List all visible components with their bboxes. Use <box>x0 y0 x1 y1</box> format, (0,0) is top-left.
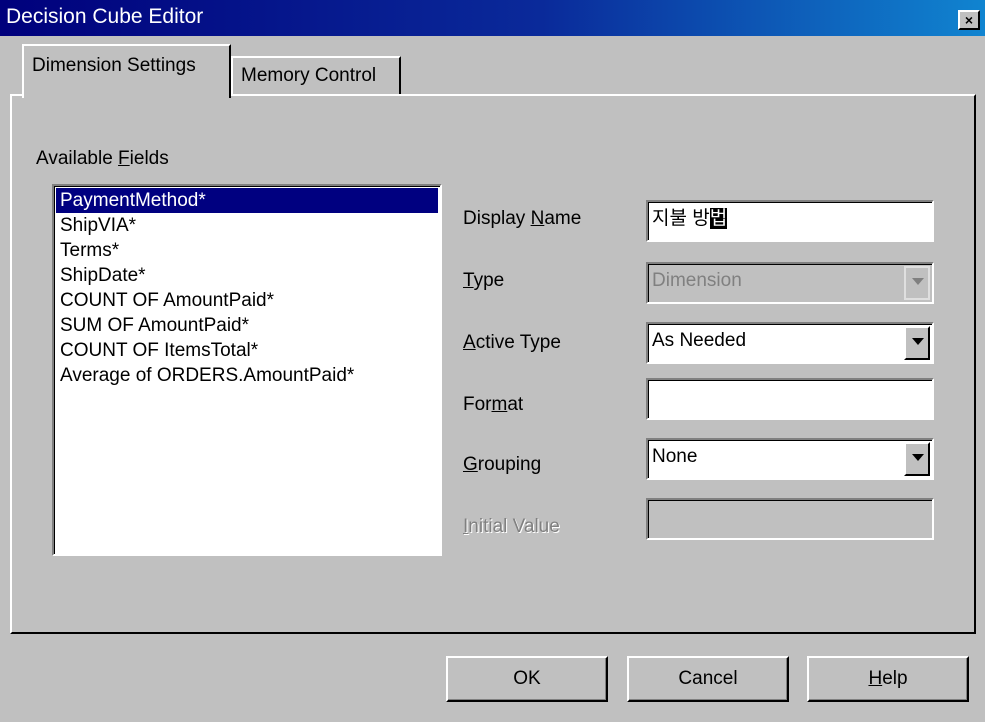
cancel-button[interactable]: Cancel <box>627 656 789 702</box>
available-fields-label: Available Fields <box>36 148 169 169</box>
cancel-button-label: Cancel <box>678 668 738 689</box>
dimension-settings-panel: Available Fields PaymentMethod* ShipVIA* T… <box>10 94 976 634</box>
list-item[interactable]: COUNT OF ItemsTotal* <box>56 338 438 363</box>
window-title: Decision Cube Editor <box>6 5 204 28</box>
title-bar: Decision Cube Editor × <box>0 0 985 36</box>
type-value: Dimension <box>652 270 742 291</box>
display-name-field[interactable]: 지불 방법 <box>646 200 934 242</box>
ime-composition-char: 법 <box>709 208 728 229</box>
list-item[interactable]: PaymentMethod* <box>56 188 438 213</box>
list-item[interactable]: Terms* <box>56 238 438 263</box>
list-item[interactable]: COUNT OF AmountPaid* <box>56 288 438 313</box>
tab-label: Memory Control <box>241 65 377 86</box>
initial-value-field <box>646 498 934 540</box>
initial-value-label: Initial Value <box>463 516 560 537</box>
tab-memory-control[interactable]: Memory Control <box>231 56 401 96</box>
list-item[interactable]: SUM OF AmountPaid* <box>56 313 438 338</box>
close-button[interactable]: × <box>958 10 980 30</box>
active-type-label: Active Type <box>463 332 561 353</box>
tab-dimension-settings[interactable]: Dimension Settings <box>22 44 231 98</box>
chevron-down-icon[interactable] <box>904 442 930 476</box>
type-combo: Dimension <box>646 262 934 304</box>
grouping-label: Grouping <box>463 454 542 475</box>
list-item[interactable]: ShipVIA* <box>56 213 438 238</box>
active-type-combo[interactable]: As Needed <box>646 322 934 364</box>
close-icon: × <box>964 12 974 28</box>
format-field[interactable] <box>646 378 934 420</box>
list-item[interactable]: ShipDate* <box>56 263 438 288</box>
grouping-value: None <box>652 446 698 467</box>
chevron-down-icon <box>904 266 930 300</box>
help-button-label: Help <box>868 668 908 689</box>
ok-button-label: OK <box>513 668 541 689</box>
type-label: Type <box>463 270 505 291</box>
display-name-value: 지불 방 <box>652 208 710 229</box>
available-fields-list[interactable]: PaymentMethod* ShipVIA* Terms* ShipDate* COU… <box>52 184 442 556</box>
help-button[interactable]: Help <box>807 656 969 702</box>
format-label: Format <box>463 394 524 415</box>
tab-label: Dimension Settings <box>32 55 196 76</box>
list-item[interactable]: Average of ORDERS.AmountPaid* <box>56 363 438 388</box>
grouping-combo[interactable]: None <box>646 438 934 480</box>
active-type-value: As Needed <box>652 330 747 351</box>
display-name-label: Display Name <box>463 208 582 229</box>
chevron-down-icon[interactable] <box>904 326 930 360</box>
ok-button[interactable]: OK <box>446 656 608 702</box>
